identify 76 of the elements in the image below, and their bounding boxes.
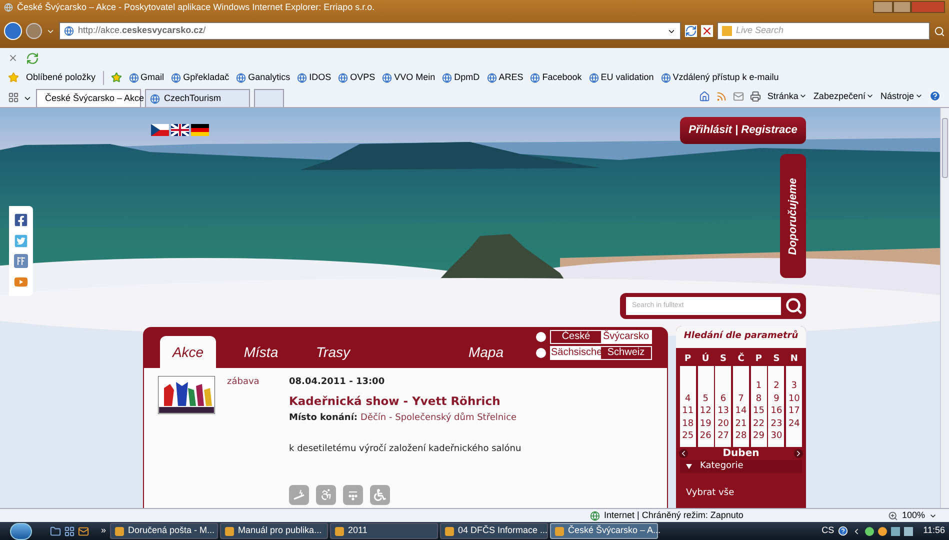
- url-text: http://akce.ceskesvycarsko.cz/: [78, 24, 206, 38]
- start-button[interactable]: [10, 522, 32, 540]
- maximize-button[interactable]: [893, 1, 911, 13]
- favorite-link[interactable]: Gpřekladač: [171, 70, 230, 84]
- taskbar-button[interactable]: 2011: [330, 523, 438, 539]
- loading-icon: [26, 52, 39, 64]
- quick-tabs-icon[interactable]: [8, 92, 19, 103]
- favorite-link[interactable]: IDOS: [297, 70, 332, 84]
- input-language[interactable]: CS: [822, 524, 834, 538]
- favorite-link[interactable]: ARES: [486, 70, 524, 84]
- page-icon: [442, 72, 452, 82]
- browser-icon: [4, 2, 13, 12]
- network-icon: [904, 526, 914, 536]
- zoom-icon[interactable]: [888, 510, 898, 520]
- window-title: České Švýcarsko – Akce - Poskytovatel aplikace Windows Internet Explorer: Erriapo s.r.o.: [17, 2, 375, 12]
- page-icon: [236, 72, 246, 82]
- add-favorite-icon[interactable]: [110, 72, 122, 83]
- page-icon: [382, 72, 392, 82]
- page-icon: [128, 72, 139, 82]
- page-icon: [588, 72, 599, 82]
- page-icon: [660, 72, 671, 82]
- taskbar-button[interactable]: Manuál pro publika...: [220, 523, 328, 539]
- mail-icon[interactable]: [78, 526, 89, 536]
- search-icon[interactable]: [934, 26, 945, 36]
- search-provider-icon: [722, 26, 732, 36]
- internet-zone-icon: [590, 510, 600, 520]
- browser-tab[interactable]: České Švýcarsko – Akce: [36, 89, 141, 107]
- page-icon: [530, 72, 540, 82]
- more-button[interactable]: »: [101, 524, 106, 538]
- taskbar-button[interactable]: Doručená pošta - M...: [110, 523, 218, 539]
- zoom-level[interactable]: 100%: [902, 508, 925, 522]
- show-desktop-icon[interactable]: [50, 526, 61, 536]
- forward-button[interactable]: [26, 23, 42, 39]
- favorite-link[interactable]: DpmD: [442, 70, 480, 84]
- refresh-icon[interactable]: [685, 25, 697, 37]
- close-icon[interactable]: [8, 53, 18, 63]
- favorite-link[interactable]: Vzdálený přístup k e-mailu: [660, 70, 779, 84]
- favorite-link[interactable]: Gmail: [128, 70, 164, 84]
- app-icon: [225, 526, 234, 536]
- scrollbar[interactable]: [940, 108, 949, 508]
- page-icon: [150, 94, 160, 104]
- favorite-link[interactable]: VVO Mein: [382, 70, 436, 84]
- print-icon[interactable]: [750, 90, 762, 102]
- favorite-link[interactable]: EU validation: [588, 70, 654, 84]
- favorite-link[interactable]: Ganalytics: [236, 70, 290, 84]
- favorite-link[interactable]: Facebook: [530, 70, 582, 84]
- taskbar-button[interactable]: 04 DFČS Informace ...: [440, 523, 548, 539]
- command-menu[interactable]: Stránka: [767, 90, 808, 103]
- stop-icon[interactable]: [701, 25, 713, 37]
- favorites-label[interactable]: Oblíbené položky: [26, 70, 96, 84]
- clock[interactable]: 11:56: [923, 524, 945, 538]
- favorite-link[interactable]: OVPS: [338, 70, 376, 84]
- home-icon[interactable]: [699, 90, 710, 102]
- app-icon: [445, 526, 454, 536]
- page-icon: [171, 72, 182, 82]
- minimize-button[interactable]: [873, 1, 893, 13]
- page-icon: [338, 72, 348, 82]
- taskbar-button[interactable]: České Švýcarsko – A...: [550, 523, 658, 539]
- app-icon: [555, 526, 564, 536]
- security-zone-text: Internet | Chráněný režim: Zapnuto: [604, 508, 744, 522]
- help-icon[interactable]: [838, 526, 848, 536]
- command-menu[interactable]: Zabezpečení: [813, 90, 874, 103]
- feeds-icon[interactable]: [716, 90, 728, 102]
- address-field[interactable]: http://akce.ceskesvycarsko.cz/: [59, 22, 681, 40]
- back-button[interactable]: [4, 22, 22, 40]
- search-placeholder: Live Search: [736, 24, 784, 38]
- app-icon: [115, 526, 124, 536]
- page-icon: [297, 72, 308, 82]
- app-icon: [335, 526, 344, 536]
- page-icon: [64, 26, 74, 36]
- tab-list-icon[interactable]: [23, 94, 32, 103]
- switch-windows-icon[interactable]: [64, 526, 75, 536]
- command-menu[interactable]: Nástroje: [880, 90, 923, 103]
- page-icon: [486, 72, 497, 82]
- favorites-star-icon[interactable]: [8, 72, 19, 83]
- browser-tab[interactable]: CzechTourism: [145, 89, 250, 107]
